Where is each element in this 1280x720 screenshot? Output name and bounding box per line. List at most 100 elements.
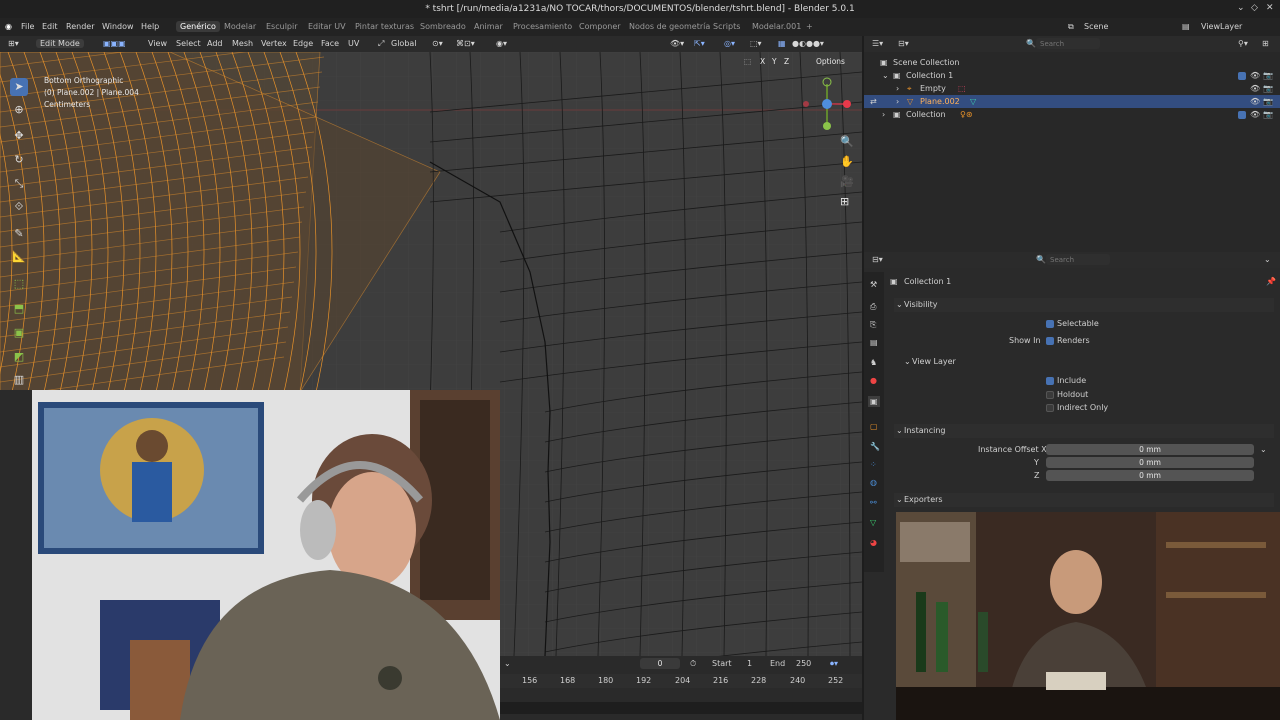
holdout-checkbox[interactable] [1046,391,1054,399]
indirect-only-checkbox[interactable] [1046,404,1054,412]
scale-tool-icon[interactable]: ⤡ [10,175,28,193]
edit-mode-icon[interactable]: ⇄ [870,97,877,106]
eye-icon[interactable]: 👁 [1250,84,1260,93]
gizmo-toggle-icon[interactable]: ⇱▾ [694,39,705,48]
outliner-row-collection[interactable]: › ▣ Collection ♀⊛ 👁 📷 [864,108,1280,121]
close-icon[interactable]: ✕ [1266,3,1274,13]
tool-tab-icon[interactable]: ⚒ [870,280,877,289]
expand-arrow-icon[interactable]: › [896,84,899,93]
axis-x-toggle[interactable]: X [760,57,765,66]
expand-arrow-icon[interactable]: ⌄ [882,71,889,80]
axis-z-toggle[interactable]: Z [784,57,789,66]
menu-uv[interactable]: UV [348,39,359,48]
pan-hand-icon[interactable]: ✋ [840,155,854,168]
world-tab-icon[interactable]: ● [870,376,877,385]
pin-icon[interactable]: 📌 [1266,277,1276,286]
menu-view[interactable]: View [148,39,167,48]
select-mode-icons[interactable]: ▣▣▣ [103,39,126,48]
instance-offset-y-field[interactable]: 0 mm [1046,457,1254,468]
include-checkbox[interactable] [1046,377,1054,385]
physics-tab-icon[interactable]: ◍ [870,478,877,487]
tab-modelar-001[interactable]: Modelar.001 [752,22,801,31]
options-button[interactable]: Options [816,57,845,66]
material-tab-icon[interactable]: ◕ [870,538,877,547]
move-tool-icon[interactable]: ✥ [10,127,28,145]
expand-arrow-icon[interactable]: › [882,110,885,119]
camera-icon[interactable]: 📷 [1263,110,1273,119]
orientation-icon[interactable]: ⤢ [378,39,384,49]
eye-icon[interactable]: 👁 [1250,97,1260,106]
start-frame-value[interactable]: 1 [747,659,752,668]
menu-render[interactable]: Render [66,22,94,31]
visibility-panel-header[interactable]: ⌄ Visibility [894,298,1274,312]
bevel-tool-icon[interactable]: ◩ [10,348,28,366]
navigation-gizmo[interactable] [800,74,856,130]
outliner-row-plane-002[interactable]: ⇄ › ▽ Plane.002 ▽ 👁 📷 [864,95,1280,108]
menu-vertex[interactable]: Vertex [261,39,287,48]
shading-modes-icon[interactable]: ●◐●●▾ [792,39,824,48]
object-tab-icon[interactable]: ▢ [870,422,878,431]
renders-checkbox[interactable] [1046,337,1054,345]
exporters-panel-header[interactable]: ⌄ Exporters [894,493,1274,507]
scene-tab-icon[interactable]: ♞ [870,358,877,367]
maximize-icon[interactable]: ◇ [1251,3,1258,13]
exclude-checkbox[interactable] [1238,111,1246,119]
xray-toggle-icon[interactable]: ▦ [778,39,786,48]
view-layer-subpanel-header[interactable]: ⌄ View Layer [902,355,1274,369]
display-mode-icon[interactable]: ⊟▾ [898,39,909,48]
tab-editar-uv[interactable]: Editar UV [308,22,346,31]
camera-icon[interactable]: 📷 [1263,84,1273,93]
particles-tab-icon[interactable]: ⁘ [870,460,877,469]
outliner-row-collection-1[interactable]: ⌄ ▣ Collection 1 👁 📷 [864,69,1280,82]
menu-face[interactable]: Face [321,39,339,48]
instancing-panel-header[interactable]: ⌄ Instancing [894,424,1274,438]
transform-tool-icon[interactable]: ⟐ [10,198,28,216]
tab-scripts[interactable]: Scripts [713,22,740,31]
instance-offset-x-field[interactable]: 0 mm [1046,444,1254,455]
selectable-checkbox[interactable] [1046,320,1054,328]
timeline-editor[interactable]: ⌄ 0 ⏱ Start 1 End 250 ⏺▾ 156 168 180 192… [500,656,862,720]
editor-type-icon[interactable]: ⊞▾ [8,39,19,48]
menu-window[interactable]: Window [102,22,134,31]
view-layer-tab-icon[interactable]: ▤ [870,338,878,347]
output-tab-icon[interactable]: ⎘ [870,320,876,330]
menu-mesh[interactable]: Mesh [232,39,253,48]
new-collection-icon[interactable]: ⊞ [1262,39,1269,48]
viewlayer-icon[interactable]: ▤ [1182,22,1190,31]
eye-icon[interactable]: 👁 [1250,71,1260,80]
playback-icon[interactable]: ⏺▾ [830,659,838,669]
menu-help[interactable]: Help [141,22,159,31]
data-tab-icon[interactable]: ▽ [870,518,876,527]
loop-cut-tool-icon[interactable]: ▥ [10,371,28,389]
properties-search-input[interactable] [1046,254,1110,265]
timeline-scrollbar[interactable] [500,702,862,714]
snap-icon[interactable]: ⌘⊡▾ [456,39,475,48]
filter-icon[interactable]: ⚲▾ [1238,39,1248,48]
add-cube-tool-icon[interactable]: ⬚ [10,275,28,293]
rotate-tool-icon[interactable]: ↻ [10,151,28,169]
tab-sombreado[interactable]: Sombreado [420,22,466,31]
tab-esculpir[interactable]: Esculpir [266,22,298,31]
viewlayer-selector[interactable]: ViewLayer [1201,22,1242,31]
collection-tab-icon[interactable]: ▣ [868,396,880,407]
eye-icon[interactable]: 👁 [1250,110,1260,119]
menu-edge[interactable]: Edge [293,39,313,48]
timeline-ruler[interactable]: 156 168 180 192 204 216 228 240 252 [500,674,862,688]
tab-pintar-texturas[interactable]: Pintar texturas [355,22,414,31]
minimize-icon[interactable]: ⌄ [1237,3,1245,13]
tab-procesamiento[interactable]: Procesamiento [513,22,572,31]
visibility-icon[interactable]: 👁▾ [670,39,684,48]
tab-modelar[interactable]: Modelar [224,22,256,31]
orientation-selector[interactable]: Global [391,39,417,48]
stopwatch-icon[interactable]: ⏱ [690,659,696,669]
menu-select[interactable]: Select [176,39,201,48]
dropdown-icon[interactable]: ⌄ [1260,445,1267,454]
camera-icon[interactable]: 📷 [1263,71,1273,80]
camera-icon[interactable]: 📷 [1263,97,1273,106]
instance-offset-z-field[interactable]: 0 mm [1046,470,1254,481]
zoom-icon[interactable]: 🔍 [840,135,854,148]
mesh-edit-overlay-icon[interactable]: ⬚▾ [750,39,762,48]
camera-view-icon[interactable]: 🎥 [840,175,854,188]
exclude-checkbox[interactable] [1238,72,1246,80]
outliner-search-input[interactable] [1036,38,1100,49]
